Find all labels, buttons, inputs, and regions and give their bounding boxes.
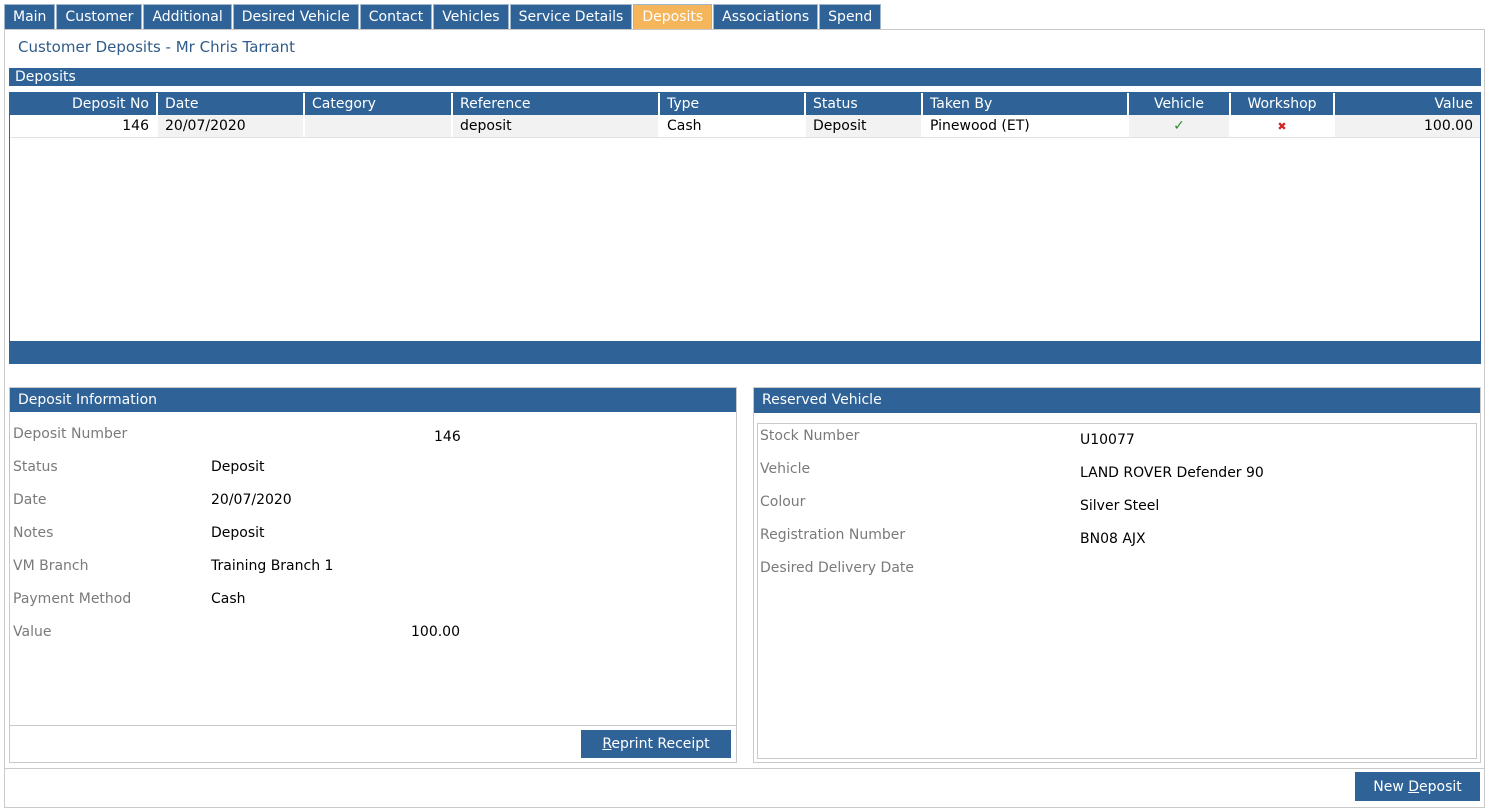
cell-value: 100.00 [1335, 115, 1480, 137]
column-header-type[interactable]: Type [660, 93, 806, 115]
grid-header: Deposit No Date Category Reference Type … [10, 93, 1480, 115]
deposits-section-header: Deposits [9, 68, 1481, 86]
column-header-value[interactable]: Value [1335, 93, 1480, 115]
reprint-label: eprint Receipt [611, 736, 710, 752]
page-title: Customer Deposits - Mr Chris Tarrant [18, 38, 296, 56]
new-deposit-label-end: eposit [1419, 778, 1462, 795]
stock-number-value: U10077 [1080, 432, 1135, 448]
tab-desired-vehicle[interactable]: Desired Vehicle [232, 4, 359, 29]
colour-label: Colour [760, 494, 806, 510]
tab-additional[interactable]: Additional [143, 4, 232, 29]
panel-divider [10, 725, 736, 726]
desired-delivery-date-label: Desired Delivery Date [760, 560, 914, 576]
tab-spend[interactable]: Spend [819, 4, 882, 29]
tab-customer[interactable]: Customer [56, 4, 143, 29]
new-deposit-button[interactable]: New Deposit [1355, 772, 1480, 801]
tab-service-details[interactable]: Service Details [509, 4, 633, 29]
vm-branch-label: VM Branch [13, 558, 89, 574]
tab-vehicles[interactable]: Vehicles [433, 4, 509, 29]
notes-value: Deposit [211, 525, 265, 541]
deposit-number-value: 146 [434, 429, 461, 445]
cell-reference: deposit [453, 115, 660, 137]
status-label: Status [13, 459, 58, 475]
deposit-information-header: Deposit Information [10, 388, 736, 412]
deposit-number-label: Deposit Number [13, 426, 128, 442]
column-header-taken-by[interactable]: Taken By [923, 93, 1129, 115]
vehicle-label: Vehicle [760, 461, 811, 477]
column-header-status[interactable]: Status [806, 93, 923, 115]
date-value: 20/07/2020 [211, 492, 292, 508]
cell-category [305, 115, 453, 137]
tab-deposits[interactable]: Deposits [633, 4, 713, 29]
value-value: 100.00 [411, 624, 460, 640]
grid-footer [10, 341, 1480, 363]
footer-divider [4, 768, 1485, 769]
column-header-date[interactable]: Date [158, 93, 305, 115]
vm-branch-value: Training Branch 1 [211, 558, 334, 574]
cell-workshop: ✖ [1231, 115, 1335, 137]
cell-status: Deposit [806, 115, 923, 137]
cell-vehicle: ✓ [1129, 115, 1231, 137]
tab-contact[interactable]: Contact [359, 4, 433, 29]
tab-main[interactable]: Main [4, 4, 56, 29]
vehicle-value: LAND ROVER Defender 90 X [1080, 465, 1266, 481]
registration-number-label: Registration Number [760, 527, 906, 543]
column-header-vehicle[interactable]: Vehicle [1129, 93, 1231, 115]
new-deposit-mnemonic: D [1408, 778, 1420, 795]
deposits-grid: Deposit No Date Category Reference Type … [9, 92, 1481, 364]
table-row[interactable]: 146 20/07/2020 deposit Cash Deposit Pine… [10, 115, 1480, 138]
check-icon: ✓ [1173, 118, 1185, 134]
date-label: Date [13, 492, 47, 508]
notes-label: Notes [13, 525, 54, 541]
status-value: Deposit [211, 459, 265, 475]
value-label: Value [13, 624, 52, 640]
stock-number-label: Stock Number [760, 428, 860, 444]
deposit-information-panel: Deposit Information [9, 387, 737, 763]
reprint-receipt-button[interactable]: Reprint Receipt [581, 730, 731, 758]
deposits-section-title: Deposits [15, 69, 76, 85]
payment-method-value: Cash [211, 591, 246, 607]
payment-method-label: Payment Method [13, 591, 132, 607]
cell-taken-by: Pinewood (ET) [923, 115, 1129, 137]
colour-value: Silver Steel [1080, 498, 1160, 514]
column-header-deposit-no[interactable]: Deposit No [10, 93, 158, 115]
cell-deposit-no: 146 [10, 115, 158, 137]
tab-associations[interactable]: Associations [713, 4, 819, 29]
cross-icon: ✖ [1277, 120, 1287, 133]
cell-type: Cash [660, 115, 806, 137]
column-header-reference[interactable]: Reference [453, 93, 660, 115]
reserved-vehicle-header: Reserved Vehicle [754, 388, 1480, 413]
cell-date: 20/07/2020 [158, 115, 305, 137]
column-header-workshop[interactable]: Workshop [1231, 93, 1335, 115]
new-deposit-label-start: New [1373, 778, 1409, 795]
tab-bar: Main Customer Additional Desired Vehicle… [4, 4, 882, 30]
column-header-category[interactable]: Category [305, 93, 453, 115]
registration-number-value: BN08 AJX [1080, 531, 1146, 547]
